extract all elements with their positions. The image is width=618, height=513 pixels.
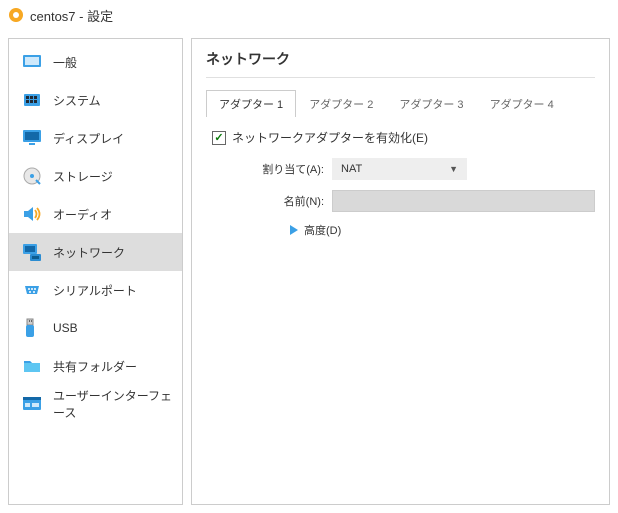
chevron-down-icon: ▼ (449, 164, 458, 174)
app-icon (8, 7, 24, 23)
sidebar-item-label: ストレージ (53, 168, 113, 185)
attached-row: 割り当て(A): NAT ▼ (242, 158, 595, 180)
sidebar-item-label: USB (53, 321, 78, 335)
attached-dropdown[interactable]: NAT ▼ (332, 158, 467, 180)
tab-adapter-4[interactable]: アダプター 4 (477, 90, 567, 117)
sidebar-item-shared-folders[interactable]: 共有フォルダー (9, 347, 182, 385)
display-icon (21, 127, 43, 149)
sidebar-item-label: システム (53, 92, 101, 109)
checkbox-checked-icon[interactable]: ✓ (212, 131, 226, 145)
sidebar-item-label: ユーザーインターフェース (53, 387, 182, 421)
attached-label: 割り当て(A): (242, 161, 324, 177)
audio-icon (21, 203, 43, 225)
tab-adapter-2[interactable]: アダプター 2 (296, 90, 386, 117)
sidebar-item-label: シリアルポート (53, 282, 137, 299)
advanced-label: 高度(D) (304, 222, 341, 238)
sidebar-item-label: 共有フォルダー (53, 358, 137, 375)
sidebar-item-display[interactable]: ディスプレイ (9, 119, 182, 157)
attached-value: NAT (341, 163, 362, 175)
sidebar-item-serial[interactable]: シリアルポート (9, 271, 182, 309)
name-row: 名前(N): (242, 190, 595, 212)
window-title: centos7 - 設定 (30, 6, 113, 25)
network-icon (21, 241, 43, 263)
name-input[interactable] (332, 190, 595, 212)
titlebar: centos7 - 設定 (0, 0, 618, 30)
sidebar-item-label: オーディオ (53, 206, 112, 223)
ui-icon (21, 393, 43, 415)
main-panel: ネットワーク アダプター 1 アダプター 2 アダプター 3 アダプター 4 ✓… (191, 38, 610, 505)
content: 一般 システム ディスプレイ ストレージ オーディオ (0, 30, 618, 513)
sidebar-item-general[interactable]: 一般 (9, 43, 182, 81)
adapter-tabs: アダプター 1 アダプター 2 アダプター 3 アダプター 4 (206, 90, 595, 117)
tab-adapter-3[interactable]: アダプター 3 (386, 90, 476, 117)
folder-icon (21, 355, 43, 377)
name-label: 名前(N): (242, 193, 324, 209)
tab-adapter-1[interactable]: アダプター 1 (206, 90, 296, 117)
page-title: ネットワーク (206, 49, 595, 78)
triangle-right-icon (290, 225, 298, 235)
sidebar-item-label: ディスプレイ (53, 130, 124, 147)
sidebar-item-audio[interactable]: オーディオ (9, 195, 182, 233)
general-icon (21, 51, 43, 73)
sidebar-item-network[interactable]: ネットワーク (9, 233, 182, 271)
advanced-expander[interactable]: 高度(D) (290, 222, 595, 238)
sidebar-item-label: ネットワーク (53, 244, 125, 261)
system-icon (21, 89, 43, 111)
enable-adapter-row[interactable]: ✓ ネットワークアダプターを有効化(E) (212, 129, 595, 146)
storage-icon (21, 165, 43, 187)
sidebar-item-storage[interactable]: ストレージ (9, 157, 182, 195)
sidebar-item-system[interactable]: システム (9, 81, 182, 119)
sidebar-item-label: 一般 (53, 54, 77, 71)
sidebar: 一般 システム ディスプレイ ストレージ オーディオ (8, 38, 183, 505)
enable-adapter-label: ネットワークアダプターを有効化(E) (232, 129, 428, 146)
sidebar-item-ui[interactable]: ユーザーインターフェース (9, 385, 182, 423)
serial-icon (21, 279, 43, 301)
sidebar-item-usb[interactable]: USB (9, 309, 182, 347)
usb-icon (21, 317, 43, 339)
